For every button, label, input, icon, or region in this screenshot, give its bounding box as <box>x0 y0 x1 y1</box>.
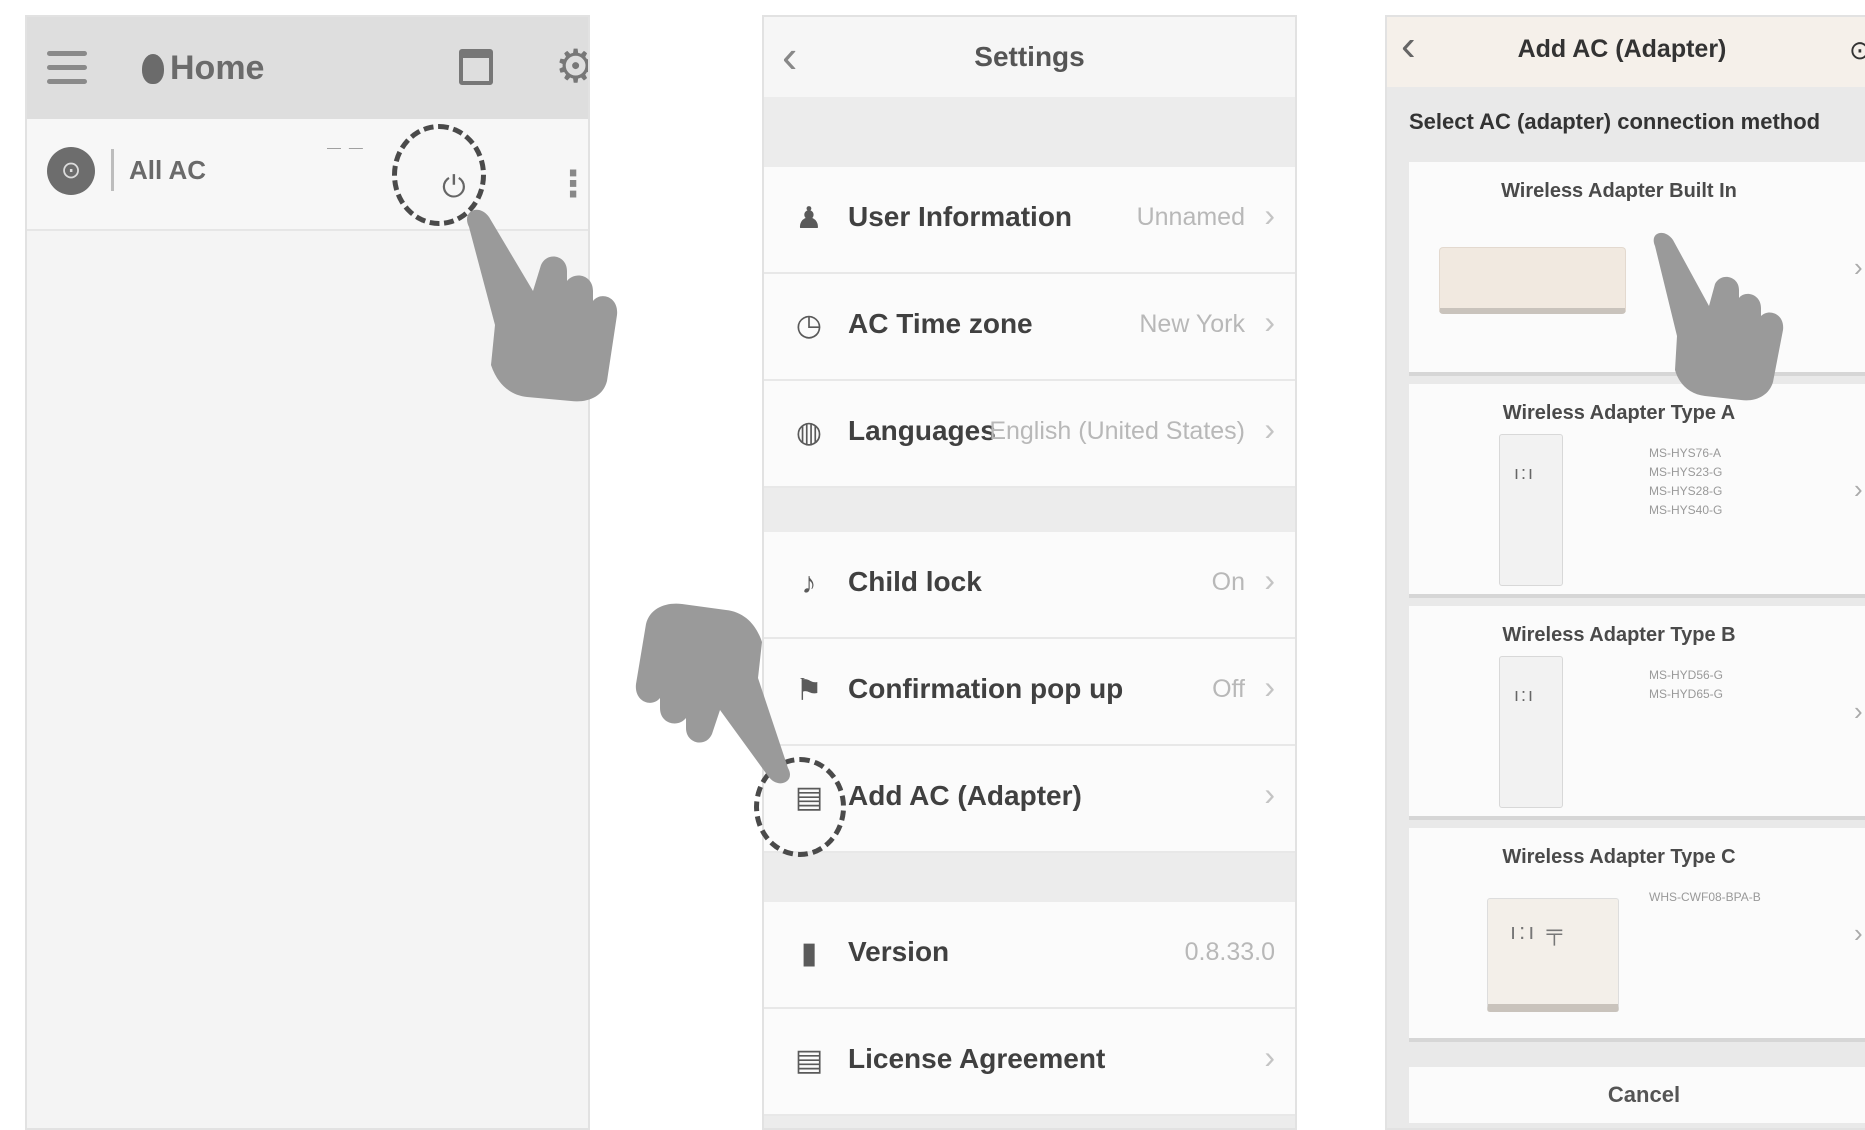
pointing-hand-icon <box>635 603 790 784</box>
clock-icon: ◷ <box>795 309 823 342</box>
chevron-right-icon: › <box>1264 197 1275 233</box>
section-heading: Select AC (adapter) connection method <box>1409 109 1821 134</box>
settings-row-confirmation-pop-up[interactable]: ⚑ Confirmation pop up Off › <box>764 639 1295 746</box>
adapter-option-type-c[interactable]: Wireless Adapter Type C ı:ı ╤ WHS-CWF08-… <box>1409 828 1865 1042</box>
person-icon: ♟ <box>795 202 823 235</box>
adapter-type-a-image: ı:ı <box>1499 434 1563 586</box>
adapter-option-type-a[interactable]: Wireless Adapter Type A ı:ı MS-HYS76-A M… <box>1409 384 1865 598</box>
home-top-bar: Home ⚙ <box>27 17 588 119</box>
page-title: Add AC (Adapter) <box>1517 35 1727 63</box>
version-icon: ▮ <box>800 937 818 970</box>
chevron-right-icon: › <box>1264 1039 1275 1075</box>
ac-avatar-icon: ⊙ <box>47 147 95 195</box>
pointing-hand-icon <box>467 209 618 402</box>
settings-row-value: Unnamed <box>1136 203 1245 231</box>
home-screen: Home ⚙ ⊙ All AC — — ⏻ ⋮ <box>25 15 590 1130</box>
globe-icon: ◍ <box>795 416 823 449</box>
settings-row-ac-time-zone[interactable]: ◷ AC Time zone New York › <box>764 274 1295 381</box>
adapter-option-title: Wireless Adapter Type C <box>1502 846 1736 868</box>
ac-temperature: — — <box>327 139 365 155</box>
chevron-right-icon: › <box>1854 474 1863 504</box>
chevron-right-icon: › <box>1854 696 1863 726</box>
settings-row-license-agreement[interactable]: ▤ License Agreement › <box>764 1009 1295 1116</box>
chevron-right-icon: › <box>1264 776 1275 812</box>
settings-row-label: License Agreement <box>848 1043 1106 1074</box>
more-options-icon[interactable]: ⋮ <box>555 163 588 205</box>
model-list: MS-HYS76-A MS-HYS23-G MS-HYS28-G MS-HYS4… <box>1649 446 1723 517</box>
model-list: WHS-CWF08-BPA-B <box>1649 890 1761 904</box>
settings-row-label: Child lock <box>848 566 982 597</box>
settings-row-child-lock[interactable]: ♪ Child lock On › <box>764 532 1295 639</box>
adapter-type-c-image: ı:ı ╤ <box>1487 898 1619 1012</box>
document-icon: ▤ <box>794 1044 824 1077</box>
indoor-unit-image <box>1439 247 1626 314</box>
settings-row-value: 0.8.33.0 <box>1184 938 1275 966</box>
settings-row-value: Off <box>1212 675 1245 703</box>
page-title: Settings <box>974 41 1085 72</box>
settings-row-value: English (United States) <box>989 417 1245 445</box>
settings-row-value: New York <box>1139 310 1245 338</box>
adapter-option-title: Wireless Adapter Type B <box>1502 624 1736 646</box>
chevron-right-icon: › <box>1854 252 1863 282</box>
settings-row-languages[interactable]: ◍ Languages English (United States) › <box>764 381 1295 488</box>
settings-row-version: ▮ Version 0.8.33.0 <box>764 902 1295 1009</box>
settings-nav-bar: ‹ Settings <box>764 17 1295 97</box>
chevron-right-icon: › <box>1264 562 1275 598</box>
adapter-type-b-image: ı:ı <box>1499 656 1563 808</box>
menu-icon[interactable] <box>47 51 87 87</box>
settings-screen: ‹ Settings ♟ User Information Unnamed › … <box>762 15 1297 1130</box>
settings-row-label: AC Time zone <box>848 308 1033 339</box>
adapter-option-type-b[interactable]: Wireless Adapter Type B ı:ı MS-HYD56-G M… <box>1409 606 1865 820</box>
adapter-option-title: Wireless Adapter Built In <box>1501 180 1737 202</box>
settings-row-label: Confirmation pop up <box>848 673 1124 704</box>
settings-row-label: Add AC (Adapter) <box>848 780 1082 811</box>
ac-name[interactable]: All AC <box>129 155 206 186</box>
settings-row-value: On <box>1211 568 1245 596</box>
add-ac-screen: ‹ Add AC (Adapter) ⊙ Select AC (adapter)… <box>1385 15 1865 1130</box>
help-icon[interactable]: ⊙ <box>1849 35 1865 66</box>
chevron-right-icon: › <box>1264 669 1275 705</box>
home-location-selector[interactable]: Home <box>142 49 264 88</box>
chevron-right-icon: › <box>1264 411 1275 447</box>
chevron-right-icon: › <box>1264 304 1275 340</box>
gear-icon[interactable]: ⚙ <box>555 43 588 89</box>
bell-icon: ♪ <box>801 567 817 600</box>
cancel-button[interactable]: Cancel <box>1409 1067 1865 1123</box>
calendar-icon[interactable] <box>459 49 493 85</box>
model-list: MS-HYD56-G MS-HYD65-G <box>1649 668 1724 701</box>
settings-row-label: Languages <box>848 415 996 446</box>
location-pin-icon <box>142 54 164 84</box>
pointing-hand-icon <box>1653 232 1784 401</box>
settings-row-label: User Information <box>848 201 1073 232</box>
add-ac-nav-bar: ‹ Add AC (Adapter) ⊙ <box>1387 17 1865 87</box>
settings-row-user-information[interactable]: ♟ User Information Unnamed › <box>764 167 1295 274</box>
chevron-right-icon: › <box>1854 918 1863 948</box>
divider <box>111 149 114 191</box>
settings-row-label: Version <box>848 936 950 967</box>
